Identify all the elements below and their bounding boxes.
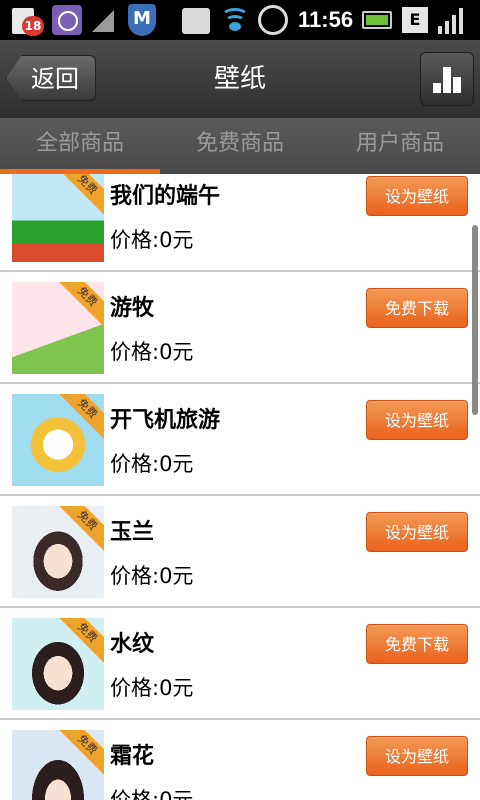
sd-card-icon (182, 8, 210, 34)
tab-all-products[interactable]: 全部商品 (0, 118, 160, 174)
item-price: 价格:0元 (110, 452, 194, 476)
item-price: 价格:0元 (110, 788, 194, 800)
security-shield-icon: M (128, 4, 156, 36)
edge-network-icon: E (402, 7, 428, 33)
free-tag: 免费 (55, 730, 104, 777)
set-wallpaper-button[interactable]: 设为壁纸 (366, 736, 468, 776)
free-download-button[interactable]: 免费下载 (366, 624, 468, 664)
battery-icon (362, 11, 392, 29)
free-download-button[interactable]: 免费下载 (366, 288, 468, 328)
item-price: 价格:0元 (110, 340, 194, 364)
free-tag: 免费 (55, 506, 104, 553)
item-price: 价格:0元 (110, 228, 194, 252)
satellite-dish-icon (92, 10, 114, 32)
list-item[interactable]: 免费 我们的端午 价格:0元 设为壁纸 (0, 174, 480, 272)
item-name: 游牧 (110, 296, 155, 321)
tab-user-products[interactable]: 用户商品 (320, 118, 480, 174)
wallpaper-thumbnail[interactable]: 免费 (12, 506, 104, 598)
wallpaper-thumbnail[interactable]: 免费 (12, 174, 104, 262)
free-tag: 免费 (55, 282, 104, 329)
alarm-clock-icon (258, 5, 288, 35)
status-bar: 18 M 11:56 E (0, 0, 480, 40)
notification-count-badge: 18 (22, 16, 44, 36)
item-name: 玉兰 (110, 520, 155, 545)
item-name: 我们的端午 (110, 184, 221, 209)
list-item[interactable]: 免费 开飞机旅游 价格:0元 设为壁纸 (0, 384, 480, 496)
free-tag: 免费 (55, 618, 104, 665)
bar-chart-icon (433, 83, 441, 93)
wallpaper-list[interactable]: 免费 我们的端午 价格:0元 设为壁纸 免费 游牧 价格:0元 免费下载 免费 … (0, 174, 480, 800)
wallpaper-thumbnail[interactable]: 免费 (12, 282, 104, 374)
tab-bar: 全部商品 免费商品 用户商品 (0, 118, 480, 174)
list-item[interactable]: 免费 水纹 价格:0元 免费下载 (0, 608, 480, 720)
clock-time: 11:56 (298, 7, 354, 32)
wifi-icon (221, 6, 249, 34)
item-name: 霜花 (110, 744, 155, 769)
ranking-chart-button[interactable] (420, 52, 474, 106)
back-button[interactable]: 返回 (6, 55, 96, 101)
item-name: 水纹 (110, 632, 155, 657)
item-price: 价格:0元 (110, 676, 194, 700)
browser-globe-icon (52, 5, 82, 35)
item-name: 开飞机旅游 (110, 408, 221, 433)
item-price: 价格:0元 (110, 564, 194, 588)
set-wallpaper-button[interactable]: 设为壁纸 (366, 176, 468, 216)
wallpaper-thumbnail[interactable]: 免费 (12, 618, 104, 710)
free-tag: 免费 (55, 174, 104, 217)
free-tag: 免费 (55, 394, 104, 441)
wallpaper-thumbnail[interactable]: 免费 (12, 394, 104, 486)
list-item[interactable]: 免费 霜花 价格:0元 设为壁纸 (0, 720, 480, 800)
notification-doc-icon: 18 (12, 4, 46, 36)
list-item[interactable]: 免费 玉兰 价格:0元 设为壁纸 (0, 496, 480, 608)
list-scrollbar[interactable] (472, 225, 478, 415)
list-item[interactable]: 免费 游牧 价格:0元 免费下载 (0, 272, 480, 384)
wallpaper-thumbnail[interactable]: 免费 (12, 730, 104, 800)
signal-strength-icon (438, 8, 466, 34)
title-bar: 返回 壁纸 (0, 40, 480, 118)
set-wallpaper-button[interactable]: 设为壁纸 (366, 400, 468, 440)
tab-free-products[interactable]: 免费商品 (160, 118, 320, 174)
page-title: 壁纸 (213, 64, 266, 94)
set-wallpaper-button[interactable]: 设为壁纸 (366, 512, 468, 552)
